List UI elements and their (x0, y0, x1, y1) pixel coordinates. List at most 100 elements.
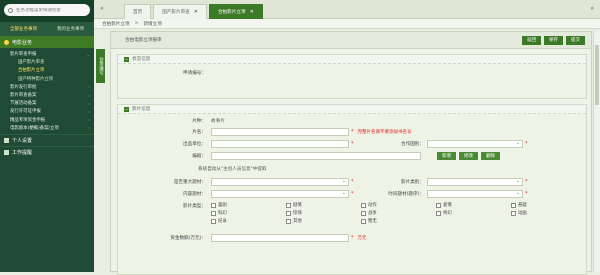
submit-button[interactable]: 提交 (566, 35, 585, 45)
checkbox[interactable] (286, 218, 291, 224)
menu-item-license[interactable]: 发行许可证申报 › (0, 107, 94, 115)
scrollbar-thumb[interactable] (595, 45, 599, 105)
type-checkbox[interactable]: 科幻 (211, 210, 227, 216)
menu-item-film-review[interactable]: 影片审查申报 ⌄ (0, 50, 94, 58)
close-icon[interactable]: ✕ (194, 9, 198, 15)
screenwriter-input[interactable] (211, 152, 421, 160)
checkbox[interactable] (511, 210, 516, 216)
checkbox[interactable] (361, 202, 366, 208)
menu-item-release-approval[interactable]: 影片发行审批 › (0, 83, 94, 91)
back-button[interactable]: 返回 (522, 35, 541, 45)
type-checkbox[interactable]: 悬疑 (511, 202, 527, 208)
section-body: 申请编号： (118, 64, 586, 98)
checkbox[interactable] (436, 210, 441, 216)
type-checkbox[interactable]: 战争 (361, 210, 377, 216)
checkbox-label: 动画 (518, 211, 527, 216)
search-input[interactable] (16, 7, 86, 13)
chevron-left-icon[interactable]: « (100, 5, 104, 12)
menu-list: 影片审查申报 ⌄ 国产影片审查 合拍影片立项 国产特种影片立项 影片发行审批 › 影… (0, 48, 94, 134)
type-checkbox[interactable]: 爱情 (436, 202, 452, 208)
theme-row: 是否重大题材： * (118, 178, 354, 186)
required-mark: * (525, 179, 528, 185)
type-checkbox[interactable]: 动画 (511, 210, 527, 216)
tab-home[interactable]: 首页 (124, 4, 152, 19)
collapse-icon[interactable]: − (124, 56, 129, 62)
side-label[interactable]: 业务填写 (96, 49, 105, 83)
tab-coproduction[interactable]: 合拍影片立项 ✕ (208, 4, 263, 19)
checkbox-label: 其他 (293, 219, 302, 224)
menu-item-label: 节展活动备案 (10, 101, 37, 107)
apply-no-label: 申请编号： (183, 71, 206, 76)
menu-item-festival-filing[interactable]: 节展活动备案 › (0, 99, 94, 107)
checkbox-label: 科幻 (218, 211, 227, 216)
type-checkbox[interactable]: 喜剧 (211, 202, 227, 208)
section-header[interactable]: − 状态信息 (118, 55, 586, 64)
budget-row: 资金数额(万元)： * 万元 (118, 234, 367, 242)
film-name-input[interactable] (211, 128, 349, 136)
menu-item-coproduction[interactable]: 合拍影片立项 (0, 66, 94, 74)
chevron-right-icon: › (88, 84, 90, 90)
producer-input[interactable] (211, 140, 349, 148)
type-checkbox[interactable]: 纪录 (211, 218, 227, 224)
menu-item-special-film[interactable]: 国产特种影片立项 (0, 75, 94, 83)
collapse-icon[interactable]: − (124, 106, 129, 112)
breadcrumb-item[interactable]: 合拍影片立项 (102, 21, 130, 27)
type-checkbox[interactable]: 其他 (286, 218, 302, 224)
major-theme-select[interactable] (211, 178, 349, 186)
menu-section-personal[interactable]: 个人设置 (0, 133, 94, 146)
chevron-right-icon: › (88, 92, 90, 98)
menu-item-review-filing[interactable]: 影片审查备案 › (0, 91, 94, 99)
type-checkbox[interactable]: 剧情 (286, 202, 302, 208)
chevron-right-icon[interactable]: » (590, 5, 594, 12)
menu-item-label: 影片审查备案 (10, 93, 37, 99)
era-row: 时间题材(题序)： * (354, 190, 528, 198)
scrollbar[interactable] (593, 31, 600, 272)
checkbox[interactable] (211, 202, 216, 208)
coop-country-select[interactable] (427, 140, 523, 148)
category-value: 故事片 (211, 119, 225, 124)
type-checkbox[interactable]: 奇幻 (436, 210, 452, 216)
chevron-right-icon: › (88, 125, 90, 131)
menu-item-fund[interactable]: 精品专项资金申报 › (0, 116, 94, 124)
checkbox[interactable] (211, 210, 216, 216)
menu-group-label: 电影业务 (12, 39, 33, 46)
close-icon[interactable]: ✕ (250, 9, 254, 15)
checkbox[interactable] (286, 210, 291, 216)
checkbox[interactable] (361, 218, 366, 224)
save-button[interactable]: 保存 (544, 35, 563, 45)
add-button[interactable]: 新增 (437, 152, 456, 160)
tab-my-business[interactable]: 我的业务事项 (47, 22, 94, 36)
checkbox[interactable] (361, 210, 366, 216)
menu-item-script-filing[interactable]: 电影剧本(梗概)备案/立项 › (0, 124, 94, 132)
budget-input[interactable] (211, 234, 349, 242)
search-box[interactable] (4, 4, 90, 16)
type-checkbox[interactable]: 惊悚 (286, 210, 302, 216)
category-label: 片种： (192, 119, 206, 124)
edit-button[interactable]: 修改 (459, 152, 478, 160)
tab-all-business[interactable]: 全部业务事项 (0, 22, 47, 36)
tab-domestic-review[interactable]: 国产影片审查 ✕ (153, 4, 207, 19)
screenwriter-row: 编剧： 新增 修改 删除 (118, 152, 500, 160)
menu-item-domestic-review[interactable]: 国产影片审查 (0, 58, 94, 66)
film-genre-select[interactable] (427, 178, 523, 186)
type-label: 影片类型： (183, 204, 206, 209)
content-theme-select[interactable] (211, 190, 349, 198)
theme-label: 是否重大题材： (173, 180, 206, 185)
checkbox-label: 动作 (368, 203, 377, 208)
checkbox[interactable] (286, 202, 291, 208)
type-checkbox[interactable]: 动作 (361, 202, 377, 208)
checkbox[interactable] (211, 218, 216, 224)
delete-button[interactable]: 删除 (481, 152, 500, 160)
top-tab-bar: « 首页 国产影片审查 ✕ 合拍影片立项 ✕ » (94, 0, 600, 19)
menu-section-reminder[interactable]: 工作提醒 (0, 145, 94, 158)
checkbox[interactable] (436, 202, 441, 208)
menu-item-label: 影片发行审批 (10, 84, 37, 90)
section-header[interactable]: − 影片信息 (118, 105, 586, 114)
main-header: 合拍电影立项报审 返回 保存 提交 (111, 32, 591, 49)
type-checkbox[interactable]: 暂无 (361, 218, 377, 224)
checkbox[interactable] (511, 202, 516, 208)
menu-item-label: 影片审查申报 (10, 52, 37, 58)
menu-group-film[interactable]: 电影业务 (0, 36, 94, 48)
name-label: 片名： (192, 130, 206, 135)
era-theme-select[interactable] (427, 190, 523, 198)
